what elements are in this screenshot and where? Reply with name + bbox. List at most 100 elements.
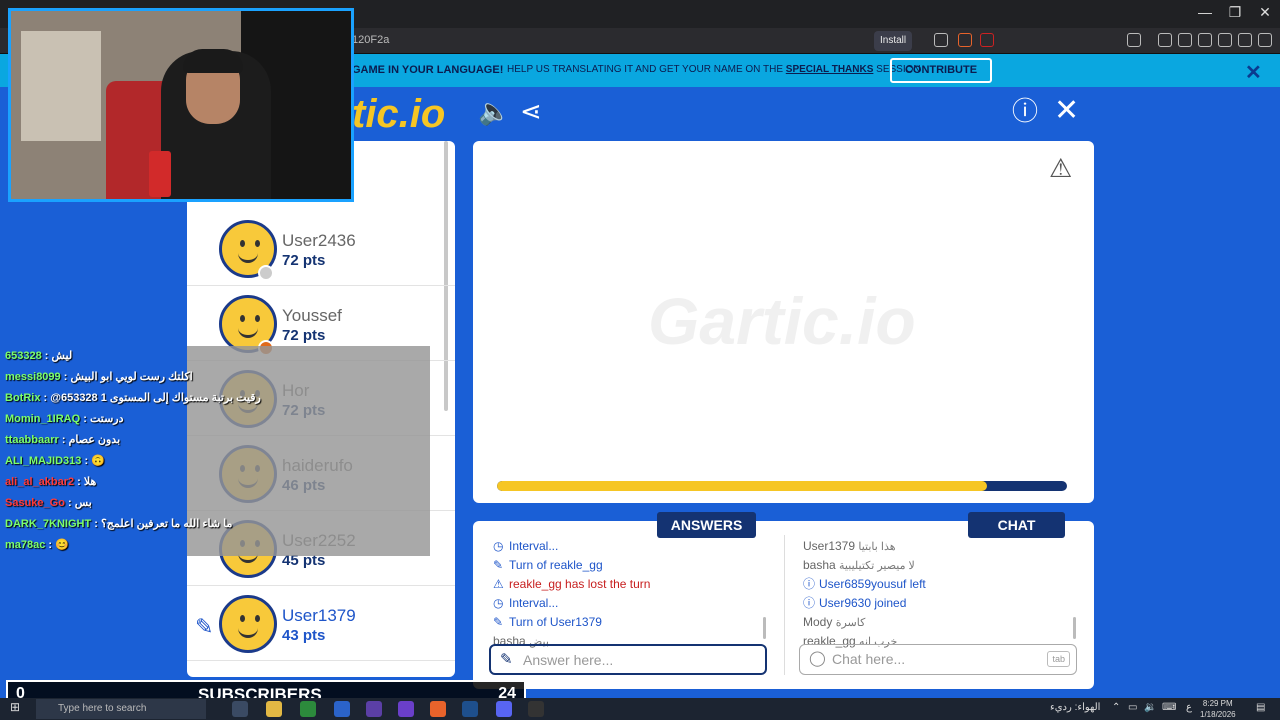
obs-icon[interactable]	[398, 701, 414, 717]
stream-chat-message: Momin_1IRAQ : درستت	[5, 409, 430, 430]
share-icon[interactable]	[934, 33, 948, 47]
leo-icon[interactable]	[1218, 33, 1232, 47]
player-points: 72 pts	[282, 327, 326, 344]
steam-icon[interactable]	[462, 701, 478, 717]
url-text[interactable]: 120F2a	[352, 34, 389, 46]
keyboard-icon[interactable]: ⌨	[1162, 702, 1176, 713]
stream-chat-user: ma78ac	[5, 539, 46, 551]
chat-message: ⓘ User6859yousuf left	[803, 575, 1083, 594]
tray-chevron-icon[interactable]: ⌃	[1112, 702, 1120, 713]
close-game-icon[interactable]: ✕	[1054, 96, 1079, 126]
restore-icon[interactable]: ❐	[1220, 4, 1250, 21]
answer-message: ✎ Turn of User1379	[493, 613, 773, 632]
share-icon[interactable]: ⋖	[520, 98, 542, 124]
close-window-icon[interactable]: ✕	[1250, 4, 1280, 21]
search-placeholder: Type here to search	[58, 703, 147, 714]
wallet-icon[interactable]	[1198, 33, 1212, 47]
canvas-watermark: Gartic.io	[648, 284, 916, 358]
clock-time: 8:29 PM	[1202, 699, 1233, 708]
app-icon[interactable]	[300, 701, 316, 717]
stream-chat-message: DARK_7KNIGHT : ما شاء الله ما تعرفين اعل…	[5, 514, 430, 535]
drawing-canvas[interactable]: ⚠ Gartic.io	[473, 141, 1094, 503]
stream-chat-user: BotRix	[5, 392, 41, 404]
task-view-icon[interactable]	[232, 701, 248, 717]
stream-chat-user: Sasuke_Go	[5, 497, 65, 509]
stream-chat-text: درستت	[89, 413, 124, 425]
chat-message: ⓘ User9630 joined	[803, 594, 1083, 613]
player-name: User1379	[282, 606, 356, 625]
answer-input[interactable]: ✎ Answer here...	[489, 644, 767, 675]
windows-start-icon[interactable]: ⊞	[10, 700, 20, 714]
special-thanks-link[interactable]: SPECIAL THANKS	[786, 64, 874, 75]
drawing-pencil-icon: ✎	[195, 614, 214, 639]
stream-chat-user: messi8099	[5, 371, 61, 383]
install-button[interactable]: Install	[874, 31, 913, 51]
sidebar-icon[interactable]	[1178, 33, 1192, 47]
player-points: 72 pts	[282, 252, 326, 269]
capcut-icon[interactable]	[528, 701, 544, 717]
stream-chat-message: ma78ac : 😊	[5, 535, 430, 556]
taskbar-clock[interactable]: 8:29 PM 1/18/2026	[1200, 698, 1236, 720]
photoshop-icon[interactable]	[334, 701, 350, 717]
sound-icon[interactable]: 🔈	[478, 98, 510, 124]
stream-chat-text: 🙃	[91, 455, 105, 467]
info-icon: ⓘ	[803, 577, 816, 591]
answer-message: ✎ Turn of reakle_gg	[493, 556, 773, 575]
stream-chat-user: 653328	[5, 350, 42, 362]
music-icon[interactable]	[1158, 33, 1172, 47]
clock-date: 1/18/2026	[1200, 710, 1236, 719]
banner-headline: GAME IN YOUR LANGUAGE!	[352, 64, 504, 76]
stream-chat-message: ALI_MAJID313 : 🙃	[5, 451, 430, 472]
weather-text[interactable]: الهواء: رديء	[1050, 702, 1100, 713]
report-warning-icon[interactable]: ⚠	[1049, 153, 1072, 184]
info-icon[interactable]: ⓘ	[1012, 98, 1038, 124]
banner-close-icon[interactable]: ✕	[1245, 60, 1262, 85]
answer-message: ⚠ reakle_gg has lost the turn	[493, 575, 773, 594]
answers-list: ◷ Interval... ✎ Turn of reakle_gg ⚠ reakle_gg…	[493, 537, 773, 651]
player-points: 43 pts	[282, 627, 326, 644]
chat-bubble-icon: ◯	[809, 650, 826, 667]
answer-placeholder: Answer here...	[523, 652, 614, 668]
file-explorer-icon[interactable]	[266, 701, 282, 717]
reader-icon[interactable]	[1127, 33, 1141, 47]
language-indicator[interactable]: ع	[1186, 702, 1192, 713]
brave-rewards-icon[interactable]	[980, 33, 994, 47]
answers-scrollbar[interactable]	[763, 617, 766, 639]
notification-icon[interactable]: ▤	[1256, 702, 1265, 713]
taskbar-search[interactable]: Type here to search	[36, 699, 206, 719]
stream-chat-user: DARK_7KNIGHT	[5, 518, 92, 530]
brave-icon[interactable]	[430, 701, 446, 717]
player-row[interactable]: ✎ User1379 43 pts	[187, 586, 455, 661]
taskbar: ⊞ Type here to search الهواء: رديء ⌃ ▭ 🔉…	[0, 698, 1280, 720]
chat-input[interactable]: ◯ Chat here... tab	[799, 644, 1077, 675]
chat-message: Mody كاسرة	[803, 615, 866, 629]
vpn-icon[interactable]	[1238, 33, 1252, 47]
stream-chat-message: ali_al_akbar2 : هلا	[5, 472, 430, 493]
chat-scrollbar[interactable]	[1073, 617, 1076, 639]
volume-icon[interactable]: 🔉	[1144, 702, 1156, 713]
panel-divider	[784, 535, 785, 675]
discord-icon[interactable]	[496, 701, 512, 717]
stream-chat-message: 653328 : ليش	[5, 346, 430, 367]
chat-message: User1379 هذا بابتيا	[803, 539, 896, 553]
webcam-overlay	[8, 8, 354, 202]
player-name: User2436	[282, 231, 356, 250]
chat-placeholder: Chat here...	[832, 651, 906, 667]
network-icon[interactable]: ▭	[1128, 702, 1137, 713]
stream-chat-user: ttaabbaarr	[5, 434, 59, 446]
pencil-icon: ✎	[500, 651, 513, 668]
turn-timer-bar	[497, 481, 1067, 491]
tab-key-hint: tab	[1047, 651, 1070, 667]
brave-shield-icon[interactable]	[958, 33, 972, 47]
player-row[interactable]: User2436 72 pts	[187, 211, 455, 286]
answer-message: ◷ Interval...	[493, 537, 773, 556]
chat-message: basha لا ميصير تكتيليبية	[803, 558, 915, 572]
minimize-icon[interactable]: —	[1190, 4, 1220, 20]
menu-icon[interactable]	[1258, 33, 1272, 47]
stream-chat-text: هلا	[83, 476, 97, 488]
premiere-icon[interactable]	[366, 701, 382, 717]
chat-list: User1379 هذا بابتيا basha لا ميصير تكتيلي…	[803, 537, 1083, 651]
stream-chat-text: اكلتك رست لويي ابو البيش	[70, 371, 193, 383]
contribute-button[interactable]: CONTRIBUTE	[890, 58, 992, 83]
clock-icon: ◷	[493, 539, 504, 553]
